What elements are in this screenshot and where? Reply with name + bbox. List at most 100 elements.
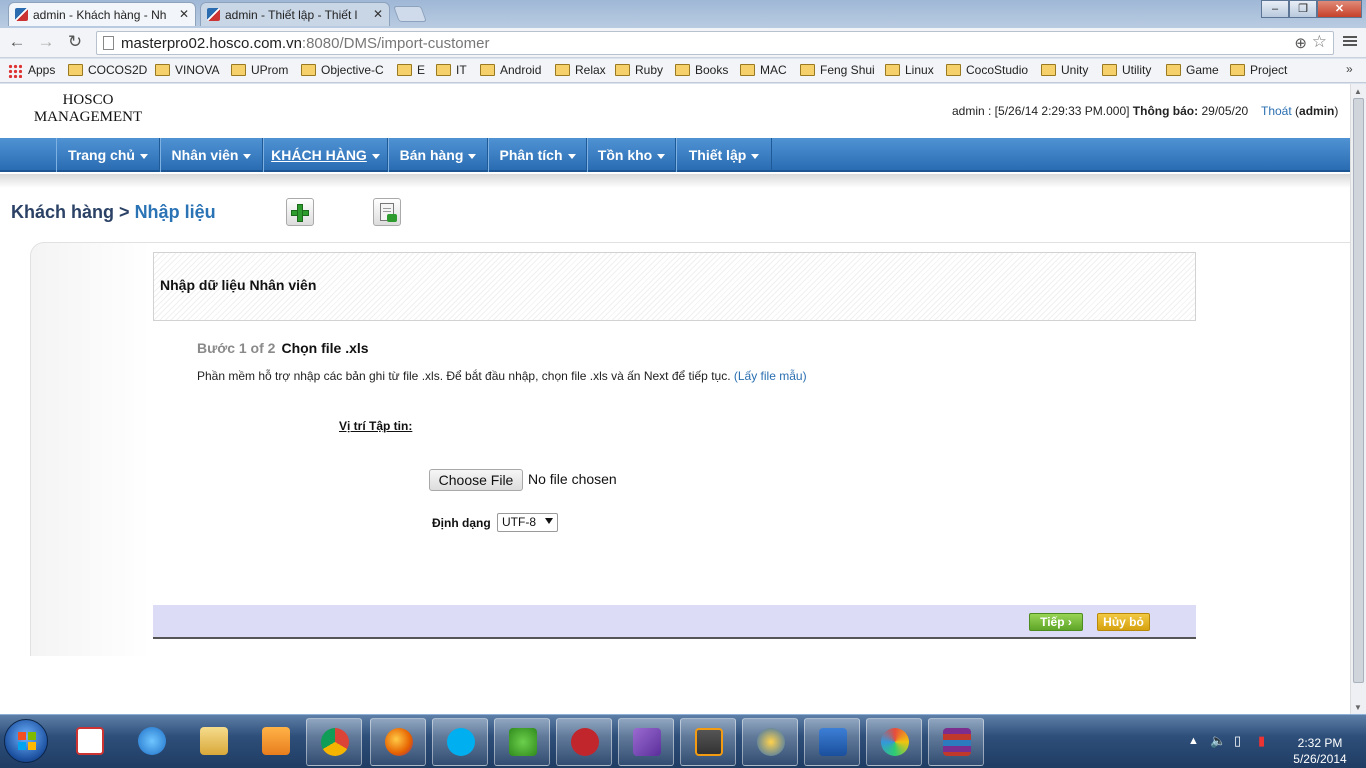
close-tab-icon[interactable]: ✕ xyxy=(373,7,383,21)
bookmark-apps[interactable]: Apps xyxy=(8,62,55,80)
bookmark-folder[interactable]: Ruby xyxy=(615,62,663,80)
signal-icon[interactable]: ▮ xyxy=(1258,733,1265,749)
folder-icon xyxy=(1102,64,1117,76)
bookmark-label: Objective-C xyxy=(321,63,384,77)
scroll-down-icon[interactable]: ▼ xyxy=(1354,703,1362,712)
breadcrumb-parent[interactable]: Khách hàng xyxy=(11,202,114,222)
site-favicon-icon xyxy=(207,8,220,21)
chevron-down-icon xyxy=(751,153,760,159)
bookmark-folder[interactable]: E xyxy=(397,62,425,80)
app-red-icon[interactable] xyxy=(556,718,612,766)
description-text: Phần mềm hỗ trợ nhập các bản ghi từ file… xyxy=(197,369,731,383)
minimize-button[interactable]: – xyxy=(1261,0,1289,18)
add-icon[interactable] xyxy=(286,198,314,226)
nav-label: Nhân viên xyxy=(171,147,239,163)
logout-link[interactable]: Thoát xyxy=(1261,104,1292,118)
start-button[interactable] xyxy=(4,719,48,763)
forward-icon[interactable]: → xyxy=(36,32,56,52)
logout-area: Thoát (admin) xyxy=(1261,104,1339,118)
bookmark-folder[interactable]: Game xyxy=(1166,62,1219,80)
bookmark-folder[interactable]: CocoStudio xyxy=(946,62,1028,80)
address-bar[interactable]: masterpro02.hosco.com.vn:8080/DMS/import… xyxy=(96,31,1334,55)
clover-icon[interactable] xyxy=(494,718,550,766)
close-tab-icon[interactable]: ✕ xyxy=(179,7,189,21)
breadcrumb-separator: > xyxy=(119,202,130,222)
nav-ton-kho[interactable]: Tồn kho xyxy=(587,138,676,172)
chrome-icon[interactable] xyxy=(306,718,362,766)
clock-date: 5/26/2014 xyxy=(1293,752,1347,766)
nav-khach-hang[interactable]: KHÁCH HÀNG xyxy=(263,138,388,172)
hosco-logo[interactable]: HOSCO MANAGEMENT xyxy=(32,92,144,126)
folder-icon xyxy=(155,64,170,76)
format-label: Định dạng xyxy=(432,516,491,530)
paint-icon[interactable] xyxy=(866,718,922,766)
firefox-icon[interactable] xyxy=(370,718,426,766)
back-icon[interactable]: ← xyxy=(7,32,27,52)
format-select[interactable]: UTF-8 xyxy=(497,513,558,532)
bookmark-label: COCOS2D xyxy=(88,63,148,77)
nav-nhan-vien[interactable]: Nhân viên xyxy=(160,138,263,172)
chevron-down-icon xyxy=(139,153,148,159)
nav-phan-tich[interactable]: Phân tích xyxy=(488,138,587,172)
reload-icon[interactable]: ↻ xyxy=(65,32,85,52)
bookmark-label: Feng Shui xyxy=(820,63,875,77)
internet-explorer-icon[interactable] xyxy=(124,718,180,766)
sublime-text-icon[interactable] xyxy=(680,718,736,766)
bookmark-folder[interactable]: Project xyxy=(1230,62,1287,80)
visual-studio-icon[interactable] xyxy=(618,718,674,766)
tab-settings[interactable]: admin - Thiết lập - Thiết l ✕ xyxy=(200,2,390,26)
bookmark-folder[interactable]: Utility xyxy=(1102,62,1151,80)
form-footer: Tiếp › Hủy bỏ xyxy=(153,605,1196,639)
scroll-up-icon[interactable]: ▲ xyxy=(1354,87,1362,96)
network-icon[interactable]: ▯ xyxy=(1234,733,1241,749)
tab-customers[interactable]: admin - Khách hàng - Nh ✕ xyxy=(8,2,196,26)
nav-ban-hang[interactable]: Bán hàng xyxy=(388,138,488,172)
bookmark-folder[interactable]: VINOVA xyxy=(155,62,219,80)
bookmark-folder[interactable]: UProm xyxy=(231,62,288,80)
close-window-button[interactable]: ✕ xyxy=(1317,0,1362,18)
bookmark-folder[interactable]: Objective-C xyxy=(301,62,384,80)
bookmark-folder[interactable]: Feng Shui xyxy=(800,62,875,80)
system-clock[interactable]: 2:32 PM 5/26/2014 xyxy=(1280,735,1360,767)
vertical-scrollbar[interactable]: ▲ ▼ xyxy=(1350,84,1366,714)
bookmark-folder[interactable]: MAC xyxy=(740,62,787,80)
chevron-down-icon xyxy=(468,153,477,159)
nav-trang-chu[interactable]: Trang chủ xyxy=(56,138,160,172)
sample-file-link[interactable]: (Lấy file mẫu) xyxy=(734,369,807,383)
scroll-thumb[interactable] xyxy=(1353,98,1364,683)
media-player-icon[interactable] xyxy=(248,718,304,766)
nav-shadow xyxy=(0,174,1350,188)
bookmark-folder[interactable]: Unity xyxy=(1041,62,1088,80)
import-icon[interactable] xyxy=(373,198,401,226)
app-penguin-icon[interactable] xyxy=(742,718,798,766)
bookmark-label: E xyxy=(417,63,426,77)
volume-icon[interactable]: 🔈 xyxy=(1210,733,1226,749)
bookmark-star-icon[interactable]: ☆ xyxy=(1312,32,1327,52)
bookmark-folder[interactable]: Relax xyxy=(555,62,606,80)
nav-thiet-lap[interactable]: Thiết lập xyxy=(676,138,772,172)
logo-line: HOSCO xyxy=(62,92,114,108)
unikey-icon[interactable] xyxy=(62,718,118,766)
maximize-button[interactable]: ❐ xyxy=(1289,0,1317,18)
choose-file-button[interactable]: Choose File xyxy=(429,469,523,491)
more-bookmarks-icon[interactable]: » xyxy=(1346,62,1353,76)
word-icon[interactable] xyxy=(804,718,860,766)
winrar-icon[interactable] xyxy=(928,718,984,766)
bookmark-folder[interactable]: Books xyxy=(675,62,728,80)
skype-icon[interactable] xyxy=(432,718,488,766)
page-icon xyxy=(103,36,114,50)
bookmark-folder[interactable]: COCOS2D xyxy=(68,62,147,80)
site-favicon-icon xyxy=(15,8,28,21)
cancel-button[interactable]: Hủy bỏ xyxy=(1097,613,1150,631)
show-hidden-icons[interactable]: ▲ xyxy=(1188,735,1199,747)
bookmark-folder[interactable]: Linux xyxy=(885,62,934,80)
next-button[interactable]: Tiếp › xyxy=(1029,613,1083,631)
chrome-menu-icon[interactable] xyxy=(1343,34,1357,48)
zoom-icon[interactable]: ⊕ xyxy=(1294,34,1307,52)
new-tab-button[interactable] xyxy=(393,6,427,22)
bookmark-folder[interactable]: IT xyxy=(436,62,467,80)
folder-icon xyxy=(1230,64,1245,76)
bookmark-folder[interactable]: Android xyxy=(480,62,541,80)
step-indicator: Bước 1 of 2 Chọn file .xls xyxy=(197,340,369,356)
file-explorer-icon[interactable] xyxy=(186,718,242,766)
